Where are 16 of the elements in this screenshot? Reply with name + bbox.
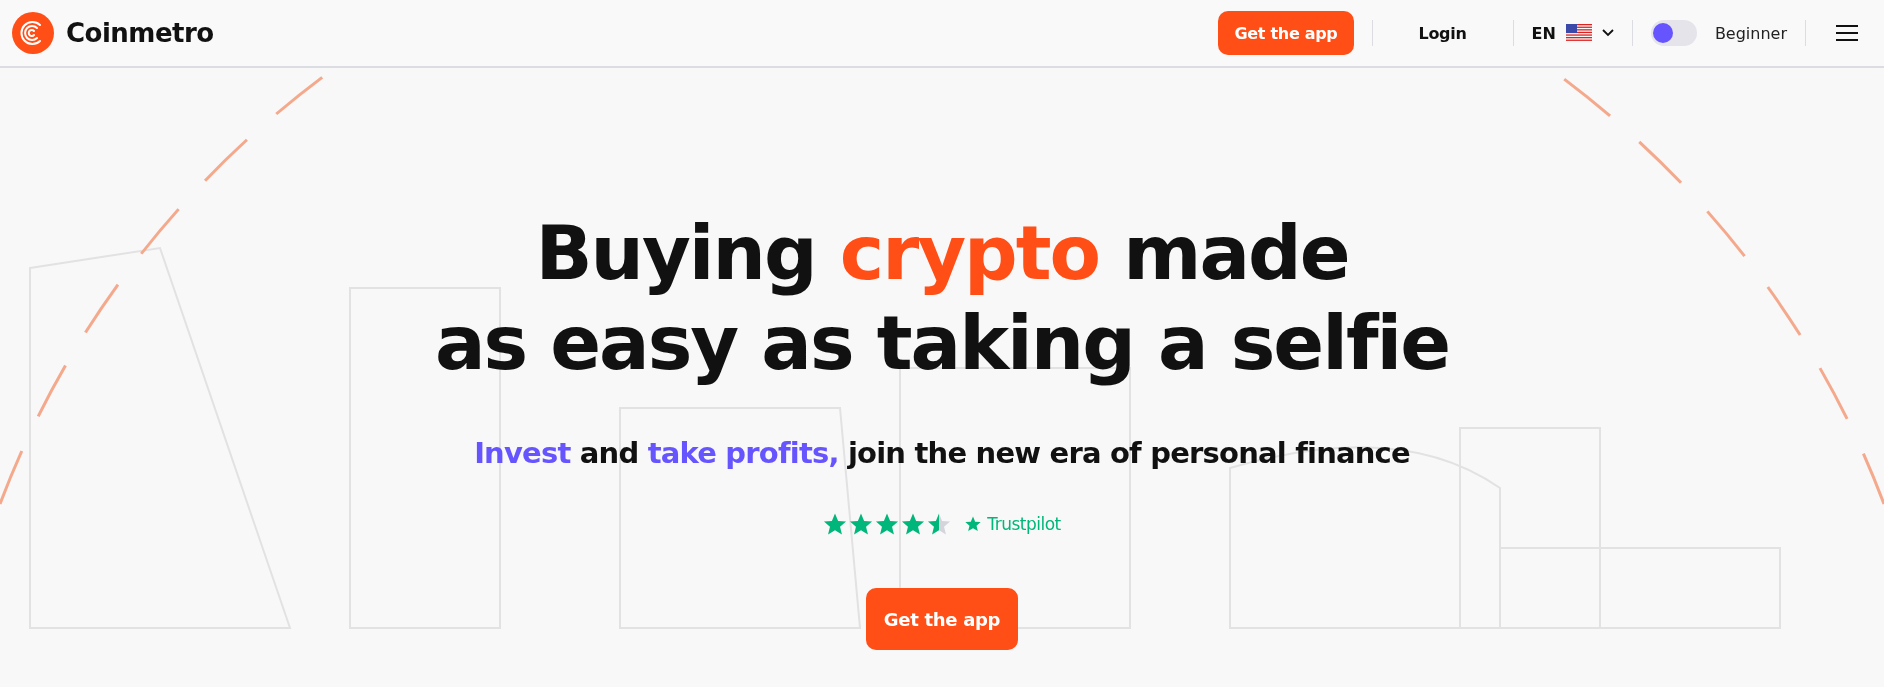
hero-headline: Buying crypto made as easy as taking a selfie (434, 208, 1450, 388)
hero-subtitle: Invest and take profits, join the new era of personal finance (474, 436, 1410, 470)
us-flag-icon (1565, 24, 1592, 42)
login-link[interactable]: Login (1390, 23, 1495, 43)
chevron-down-icon[interactable] (1601, 29, 1614, 37)
language-selector[interactable]: EN (1531, 23, 1556, 43)
star-icon (875, 512, 900, 536)
star-icon (849, 512, 874, 536)
brand-name[interactable]: Coinmetro (66, 18, 214, 48)
mode-label: Beginner (1714, 23, 1787, 43)
star-icon (901, 512, 926, 536)
star-icon (823, 512, 848, 536)
star-icon (927, 512, 952, 536)
menu-icon[interactable] (1836, 25, 1858, 41)
logo-icon[interactable] (12, 12, 54, 54)
mode-toggle[interactable] (1650, 20, 1697, 46)
